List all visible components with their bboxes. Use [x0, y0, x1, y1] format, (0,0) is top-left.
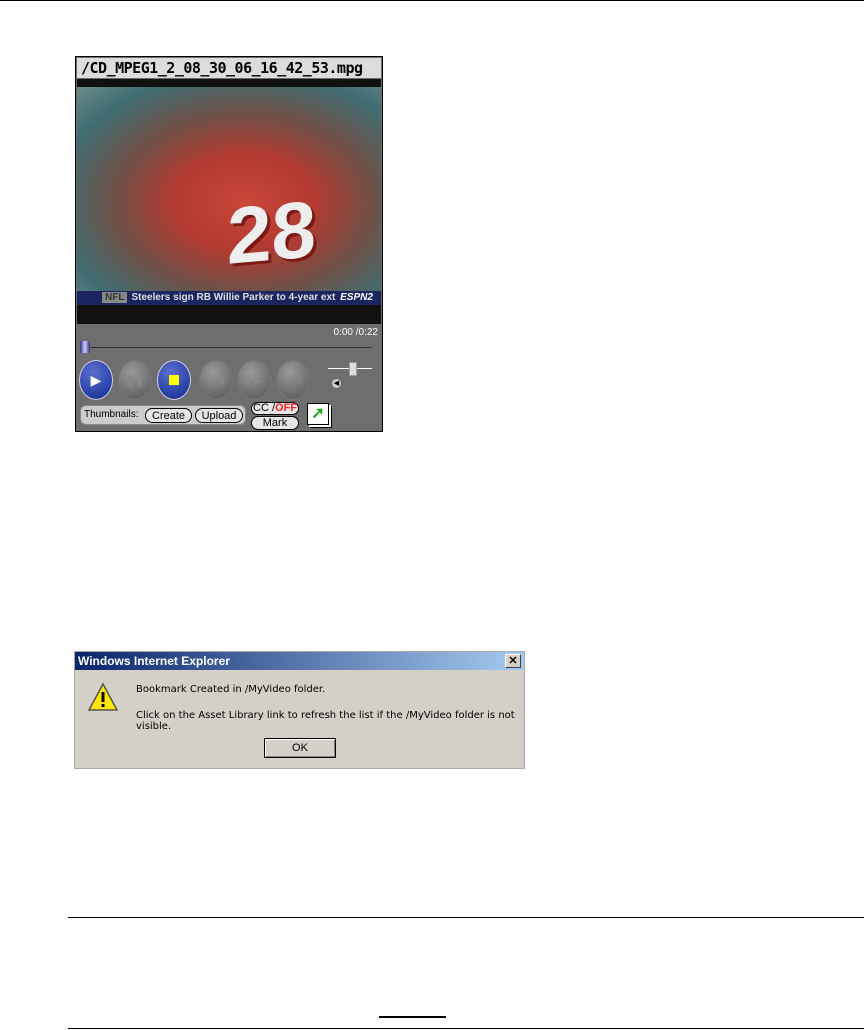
ticker-tag: NFL [102, 292, 128, 303]
fast-forward-icon: ▶▶ [245, 374, 263, 387]
video-image: 28 [77, 87, 381, 297]
alert-dialog: Windows Internet Explorer ✕ Bookmark Crea… [74, 651, 525, 769]
close-button[interactable]: ✕ [505, 654, 521, 668]
footer-rule-bottom [68, 1028, 864, 1029]
mark-button[interactable]: Mark [251, 416, 299, 430]
play-icon: ▶ [90, 371, 102, 388]
footer-rule-top [68, 917, 864, 918]
cc-label: CC / [253, 402, 275, 414]
full-label: FULL [283, 375, 303, 385]
rewind-icon: ◀◀ [207, 374, 225, 387]
ticker-text: Steelers sign RB Willie Parker to 4-year… [131, 292, 336, 303]
play-button[interactable]: ▶ [79, 360, 113, 400]
top-rule [0, 0, 864, 1]
seek-bar[interactable] [80, 347, 372, 348]
video-player: /CD_MPEG1_2_08_30_06_16_42_53.mpg 28 NFL… [75, 56, 383, 432]
fullscreen-button[interactable]: FULL [276, 360, 310, 400]
video-frame[interactable]: 28 NFL Steelers sign RB Willie Parker to … [77, 79, 381, 324]
create-thumbnail-button[interactable]: Create [145, 408, 192, 423]
speaker-icon[interactable]: ◀ [332, 379, 341, 388]
thumbnails-label: Thumbnails: [84, 409, 139, 420]
dialog-message-2: Click on the Asset Library link to refre… [136, 710, 515, 732]
warning-icon [87, 682, 119, 711]
fast-forward-button[interactable]: ▶▶ [237, 360, 271, 400]
stop-button[interactable] [157, 360, 191, 400]
news-ticker: NFL Steelers sign RB Willie Parker to 4-y… [77, 291, 381, 305]
thumbnails-group: Thumbnails: Create Upload [80, 405, 246, 425]
ok-button[interactable]: OK [264, 738, 336, 758]
footer-short-rule [379, 1016, 446, 1018]
file-title: /CD_MPEG1_2_08_30_06_16_42_53.mpg [77, 58, 381, 78]
green-arrow-icon: ➚ [311, 405, 325, 422]
dialog-title: Windows Internet Explorer [78, 654, 230, 668]
export-button[interactable]: ➚ [307, 403, 329, 425]
seek-handle[interactable] [80, 341, 90, 353]
dialog-titlebar: Windows Internet Explorer ✕ [75, 652, 524, 670]
pause-button[interactable]: ❚❚ [118, 360, 152, 400]
cc-state: OFF [275, 402, 297, 414]
jersey-number: 28 [227, 184, 316, 281]
ticker-logo: ESPN2 [340, 292, 373, 303]
time-display: 0:00 /0:22 [333, 327, 378, 338]
stop-icon [169, 375, 179, 385]
volume-handle[interactable] [349, 362, 357, 376]
dialog-message-1: Bookmark Created in /MyVideo folder. [136, 684, 326, 695]
upload-thumbnail-button[interactable]: Upload [195, 408, 243, 423]
rewind-button[interactable]: ◀◀ [199, 360, 233, 400]
pause-icon: ❚❚ [125, 374, 145, 387]
cc-toggle[interactable]: CC /OFF [251, 402, 299, 415]
